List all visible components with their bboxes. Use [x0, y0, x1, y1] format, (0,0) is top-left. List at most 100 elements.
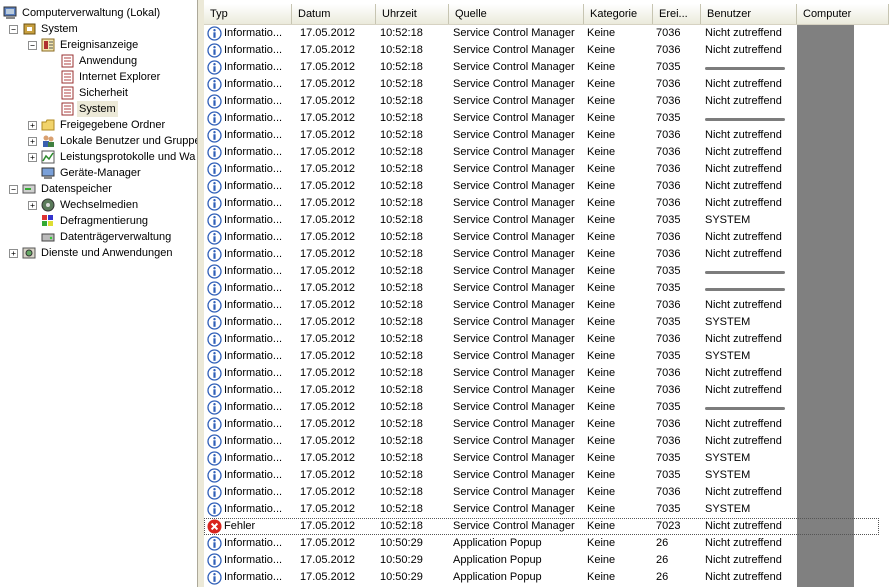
- table-row[interactable]: Informatio... 17.05.2012 10:52:18 Service C…: [204, 399, 889, 416]
- cell-ereignis: 7036: [656, 197, 681, 209]
- expand-icon[interactable]: +: [28, 201, 37, 210]
- cell-kategorie: Keine: [587, 435, 616, 447]
- table-row[interactable]: Informatio... 17.05.2012 10:52:18 Service C…: [204, 314, 889, 331]
- pane-splitter[interactable]: [197, 0, 204, 587]
- tools-icon: [22, 22, 37, 36]
- column-header-ereignis[interactable]: Erei...: [653, 4, 701, 24]
- cell-ereignis: 7036: [656, 367, 681, 379]
- collapse-icon[interactable]: −: [28, 41, 37, 50]
- tree-item[interactable]: Internet Explorer: [0, 69, 197, 85]
- cell-quelle: Service Control Manager: [453, 265, 575, 277]
- tree-item[interactable]: Datenträgerverwaltung: [0, 229, 197, 245]
- table-row[interactable]: Informatio... 17.05.2012 10:52:18 Service C…: [204, 263, 889, 280]
- console-tree: Computerverwaltung (Lokal) − System − Ereign…: [0, 0, 197, 587]
- table-row[interactable]: Informatio... 17.05.2012 10:52:18 Service C…: [204, 76, 889, 93]
- tree-item[interactable]: Geräte-Manager: [0, 165, 197, 181]
- cell-quelle: Service Control Manager: [453, 180, 575, 192]
- cell-kategorie: Keine: [587, 503, 616, 515]
- table-row[interactable]: Informatio... 17.05.2012 10:52:18 Service C…: [204, 416, 889, 433]
- tree-item[interactable]: Computerverwaltung (Lokal): [0, 5, 197, 21]
- defrag-icon: [41, 214, 56, 228]
- tree-item[interactable]: + Leistungsprotokolle und Wa: [0, 149, 197, 165]
- table-row[interactable]: Informatio... 17.05.2012 10:52:18 Service C…: [204, 467, 889, 484]
- column-header-benutzer[interactable]: Benutzer: [701, 4, 797, 24]
- cell-typ: Informatio...: [224, 180, 283, 192]
- column-header-computer[interactable]: Computer: [797, 4, 889, 24]
- table-row[interactable]: Informatio... 17.05.2012 10:52:18 Service C…: [204, 484, 889, 501]
- tree-item[interactable]: − System: [0, 21, 197, 37]
- cell-uhrzeit: 10:52:18: [380, 316, 423, 328]
- table-row[interactable]: Informatio... 17.05.2012 10:52:18 Service C…: [204, 178, 889, 195]
- table-row[interactable]: Informatio... 17.05.2012 10:52:18 Service C…: [204, 229, 889, 246]
- tree-item[interactable]: Sicherheit: [0, 85, 197, 101]
- table-row[interactable]: Informatio... 17.05.2012 10:52:18 Service C…: [204, 280, 889, 297]
- column-header-quelle[interactable]: Quelle: [449, 4, 584, 24]
- table-row[interactable]: Informatio... 17.05.2012 10:52:18 Service C…: [204, 365, 889, 382]
- users-icon: [41, 134, 56, 148]
- collapse-icon[interactable]: −: [9, 25, 18, 34]
- expand-icon[interactable]: +: [28, 137, 37, 146]
- table-row[interactable]: Informatio... 17.05.2012 10:52:18 Service C…: [204, 297, 889, 314]
- table-row[interactable]: Informatio... 17.05.2012 10:52:18 Service C…: [204, 25, 889, 42]
- expand-icon[interactable]: +: [9, 249, 18, 258]
- info-icon: [207, 111, 222, 126]
- cell-kategorie: Keine: [587, 554, 616, 566]
- table-row[interactable]: Fehler 17.05.2012 10:52:18 Service Control …: [204, 518, 879, 535]
- cell-kategorie: Keine: [587, 163, 616, 175]
- info-icon: [207, 434, 222, 449]
- tree-item[interactable]: + Lokale Benutzer und Gruppe: [0, 133, 197, 149]
- cell-kategorie: Keine: [587, 61, 616, 73]
- table-row[interactable]: Informatio... 17.05.2012 10:50:29 Applicati…: [204, 569, 889, 586]
- table-row[interactable]: Informatio... 17.05.2012 10:52:18 Service C…: [204, 382, 889, 399]
- cell-datum: 17.05.2012: [300, 333, 356, 345]
- tree-item[interactable]: − Ereignisanzeige: [0, 37, 197, 53]
- table-row[interactable]: Informatio... 17.05.2012 10:52:18 Service C…: [204, 331, 889, 348]
- column-header-typ[interactable]: Typ: [204, 4, 292, 24]
- table-row[interactable]: Informatio... 17.05.2012 10:52:18 Service C…: [204, 212, 889, 229]
- table-row[interactable]: Informatio... 17.05.2012 10:52:18 Service C…: [204, 450, 889, 467]
- cell-uhrzeit: 10:52:18: [380, 61, 423, 73]
- tree-item[interactable]: System: [0, 101, 197, 117]
- table-row[interactable]: Informatio... 17.05.2012 10:52:18 Service C…: [204, 501, 889, 518]
- tree-item[interactable]: + Freigegebene Ordner: [0, 117, 197, 133]
- tree-item[interactable]: − Datenspeicher: [0, 181, 197, 197]
- tree-item[interactable]: + Wechselmedien: [0, 197, 197, 213]
- expand-icon[interactable]: +: [28, 121, 37, 130]
- tree-item[interactable]: Defragmentierung: [0, 213, 197, 229]
- table-row[interactable]: Informatio... 17.05.2012 10:52:18 Service C…: [204, 93, 889, 110]
- info-icon: [207, 26, 222, 41]
- tree-item[interactable]: Anwendung: [0, 53, 197, 69]
- table-row[interactable]: Informatio... 17.05.2012 10:50:29 Applicati…: [204, 552, 889, 569]
- expand-icon[interactable]: +: [28, 153, 37, 162]
- cell-ereignis: 7035: [656, 350, 681, 362]
- cell-ereignis: 7036: [656, 486, 681, 498]
- cell-datum: 17.05.2012: [300, 78, 356, 90]
- cell-uhrzeit: 10:52:18: [380, 248, 423, 260]
- table-row[interactable]: Informatio... 17.05.2012 10:52:18 Service C…: [204, 348, 889, 365]
- column-header-datum[interactable]: Datum: [292, 4, 376, 24]
- cell-quelle: Service Control Manager: [453, 112, 575, 124]
- cell-kategorie: Keine: [587, 95, 616, 107]
- table-row[interactable]: Informatio... 17.05.2012 10:52:18 Service C…: [204, 110, 889, 127]
- cell-ereignis: 7036: [656, 231, 681, 243]
- collapse-icon[interactable]: −: [9, 185, 18, 194]
- table-row[interactable]: Informatio... 17.05.2012 10:52:18 Service C…: [204, 59, 889, 76]
- table-row[interactable]: Informatio... 17.05.2012 10:52:18 Service C…: [204, 433, 889, 450]
- device-manager-icon: [41, 166, 56, 180]
- column-header-kategorie[interactable]: Kategorie: [584, 4, 653, 24]
- table-row[interactable]: Informatio... 17.05.2012 10:52:18 Service C…: [204, 42, 889, 59]
- cell-quelle: Service Control Manager: [453, 163, 575, 175]
- table-row[interactable]: Informatio... 17.05.2012 10:50:29 Applicati…: [204, 535, 889, 552]
- table-row[interactable]: Informatio... 17.05.2012 10:52:18 Service C…: [204, 144, 889, 161]
- column-header-uhrzeit[interactable]: Uhrzeit: [376, 4, 449, 24]
- cell-kategorie: Keine: [587, 197, 616, 209]
- cell-datum: 17.05.2012: [300, 554, 356, 566]
- folder-icon: [41, 118, 56, 132]
- table-row[interactable]: Informatio... 17.05.2012 10:52:18 Service C…: [204, 195, 889, 212]
- table-row[interactable]: Informatio... 17.05.2012 10:52:18 Service C…: [204, 161, 889, 178]
- table-row[interactable]: Informatio... 17.05.2012 10:52:18 Service C…: [204, 127, 889, 144]
- cell-quelle: Service Control Manager: [453, 435, 575, 447]
- table-row[interactable]: Informatio... 17.05.2012 10:52:18 Service C…: [204, 246, 889, 263]
- cell-ereignis: 26: [656, 537, 669, 549]
- tree-item[interactable]: + Dienste und Anwendungen: [0, 245, 197, 261]
